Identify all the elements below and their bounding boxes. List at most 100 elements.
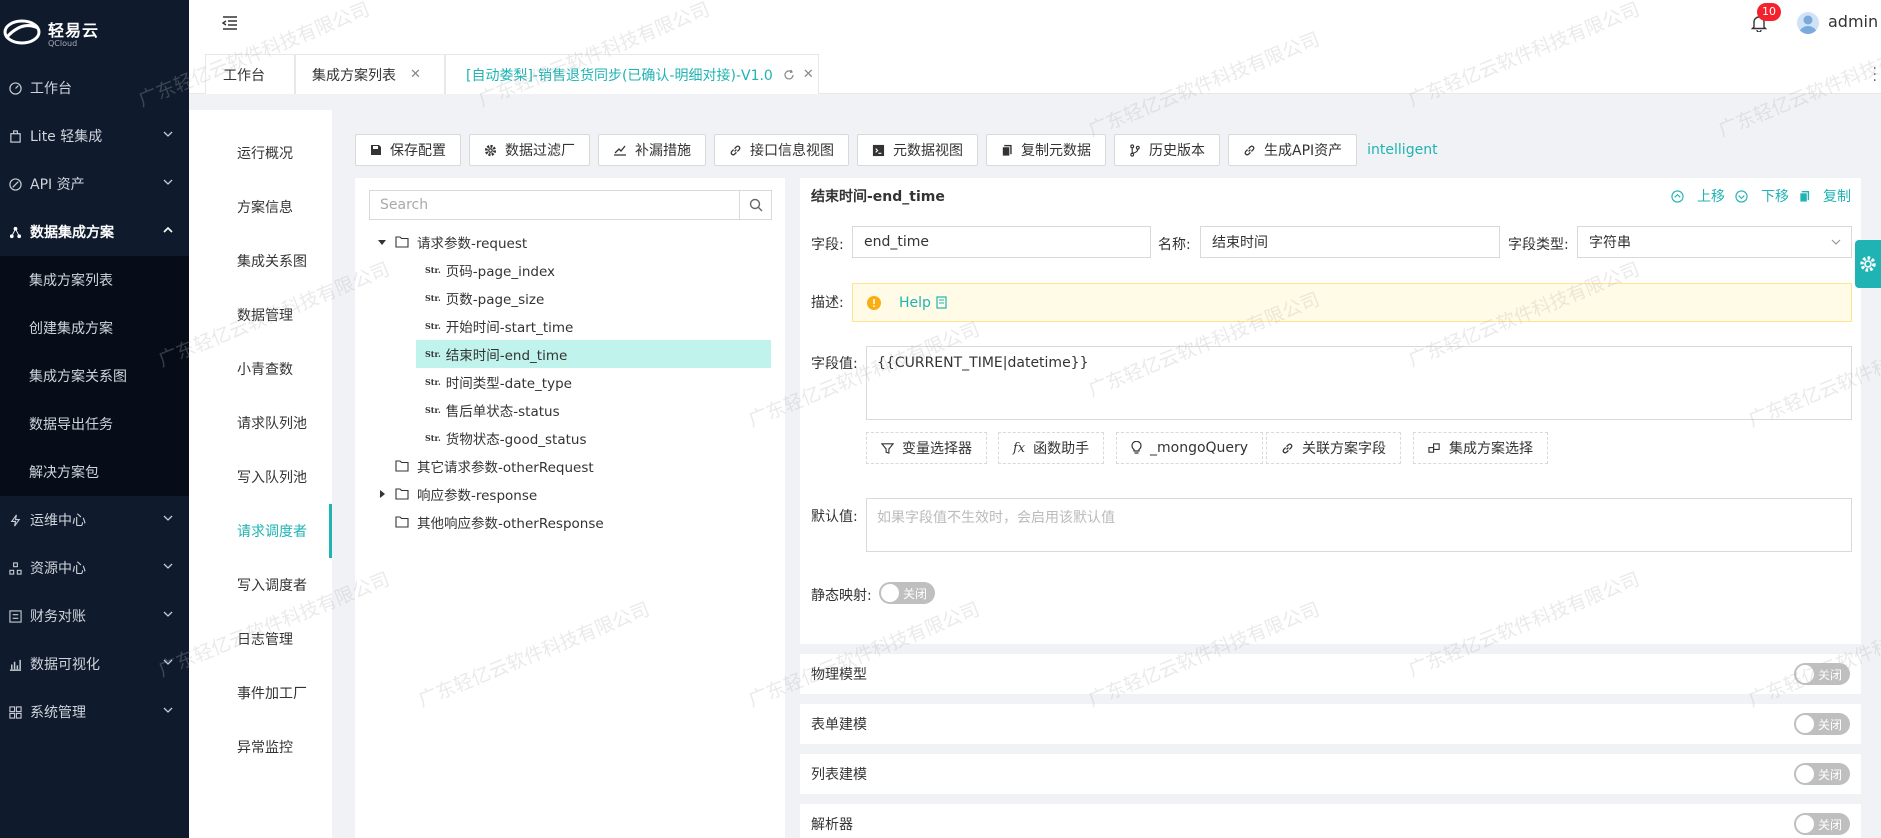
menu-visualization[interactable]: 数据可视化 bbox=[0, 640, 189, 688]
nav-item[interactable]: 写入调度者 bbox=[189, 558, 332, 612]
menu-label: 资源中心 bbox=[30, 561, 86, 577]
copy-icon bbox=[1001, 144, 1013, 157]
tree-leaf[interactable]: Str. 售后单状态-status bbox=[425, 396, 560, 424]
menu-api[interactable]: API 资产 bbox=[0, 160, 189, 208]
close-icon[interactable]: ✕ bbox=[803, 67, 814, 82]
history-version-button[interactable]: 历史版本 bbox=[1114, 134, 1220, 166]
parser-switch[interactable]: 关闭 bbox=[1794, 813, 1850, 835]
nav-item[interactable]: 写入队列池 bbox=[189, 450, 332, 504]
search-icon[interactable] bbox=[739, 191, 771, 219]
tree-node-response[interactable]: 响应参数-response bbox=[375, 480, 537, 508]
menu-dashboard[interactable]: 工作台 bbox=[0, 64, 189, 112]
close-icon[interactable]: ✕ bbox=[410, 67, 421, 82]
search-input[interactable] bbox=[370, 191, 739, 219]
related-field-button[interactable]: 关联方案字段 bbox=[1266, 432, 1401, 464]
copy-metadata-button[interactable]: 复制元数据 bbox=[986, 134, 1106, 166]
document-icon[interactable] bbox=[936, 296, 947, 309]
refresh-icon[interactable] bbox=[783, 69, 795, 81]
field-type-select[interactable]: 字符串 bbox=[1577, 226, 1852, 258]
brand-name: 轻易云 bbox=[48, 20, 100, 40]
caret-right-icon[interactable] bbox=[375, 490, 389, 498]
top-header: 10 admin bbox=[189, 0, 1881, 48]
nav-item[interactable]: 方案信息 bbox=[189, 180, 332, 234]
variable-selector-button[interactable]: 变量选择器 bbox=[866, 432, 987, 464]
api-info-view-button[interactable]: 接口信息视图 bbox=[714, 134, 849, 166]
username[interactable]: admin bbox=[1828, 12, 1878, 31]
menu-label: 数据集成方案 bbox=[30, 225, 114, 241]
tree-node-request[interactable]: 请求参数-request bbox=[375, 228, 527, 256]
form-model-panel[interactable]: 表单建模 关闭 bbox=[800, 704, 1861, 744]
chevron-down-icon bbox=[1831, 239, 1841, 245]
caret-down-icon[interactable] bbox=[375, 238, 389, 246]
data-filter-button[interactable]: 数据过滤厂 bbox=[469, 134, 590, 166]
chevron-down-icon bbox=[163, 131, 173, 137]
form-model-switch[interactable]: 关闭 bbox=[1794, 713, 1850, 735]
function-helper-button[interactable]: fx 函数助手 bbox=[998, 432, 1105, 464]
nav-item[interactable]: 事件加工厂 bbox=[189, 666, 332, 720]
toolbar: 保存配置 数据过滤厂 补漏措施 接口信息视图 元数据视图 复制元数据 历史版本 … bbox=[355, 134, 1438, 166]
tab-solution-detail[interactable]: [自动娄梨]-销售退货同步(已确认-明细对接)-V1.0 ✕ bbox=[445, 54, 819, 94]
physical-model-panel[interactable]: 物理模型 关闭 bbox=[800, 654, 1861, 694]
menu-fold-icon[interactable] bbox=[221, 14, 239, 32]
nav-item-active[interactable]: 请求调度者 bbox=[189, 504, 332, 558]
tab-solution-list[interactable]: 集成方案列表 ✕ bbox=[295, 54, 445, 94]
submenu-item[interactable]: 解决方案包 bbox=[0, 448, 189, 496]
tab-dashboard[interactable]: 工作台 bbox=[205, 54, 295, 94]
static-mapping-switch[interactable]: 关闭 bbox=[879, 582, 935, 604]
solution-select-button[interactable]: 集成方案选择 bbox=[1413, 432, 1548, 464]
copy-button[interactable]: 复制 bbox=[1799, 186, 1851, 206]
menu-lite[interactable]: Lite 轻集成 bbox=[0, 112, 189, 160]
folder-icon bbox=[395, 460, 409, 472]
nav-item[interactable]: 日志管理 bbox=[189, 612, 332, 666]
settings-float-button[interactable] bbox=[1855, 240, 1881, 288]
generate-api-button[interactable]: 生成API资产 bbox=[1228, 134, 1358, 166]
move-down-button[interactable]: 下移 bbox=[1735, 186, 1789, 206]
tree-leaf-selected[interactable]: Str. 结束时间-end_time bbox=[416, 340, 771, 368]
field-input[interactable]: end_time bbox=[852, 226, 1151, 258]
tree-leaf[interactable]: Str. 开始时间-start_time bbox=[425, 312, 573, 340]
list-model-panel[interactable]: 列表建模 关闭 bbox=[800, 754, 1861, 794]
submenu-item[interactable]: 集成方案关系图 bbox=[0, 352, 189, 400]
field-value-textarea[interactable]: {{CURRENT_TIME|datetime}} bbox=[866, 346, 1852, 420]
nav-item[interactable]: 数据管理 bbox=[189, 288, 332, 342]
field-tree-panel: 请求参数-request Str. 页码-page_index Str. 页数-pa… bbox=[355, 178, 785, 838]
patch-button[interactable]: 补漏措施 bbox=[598, 134, 706, 166]
default-value-textarea[interactable]: 如果字段值不生效时，会启用该默认值 bbox=[866, 498, 1852, 552]
submenu-item[interactable]: 集成方案列表 bbox=[0, 256, 189, 304]
submenu-item[interactable]: 创建集成方案 bbox=[0, 304, 189, 352]
nav-item[interactable]: 小青查数 bbox=[189, 342, 332, 396]
tree-leaf[interactable]: Str. 货物状态-good_status bbox=[425, 424, 587, 452]
tree-node-other-response[interactable]: 其他响应参数-otherResponse bbox=[395, 508, 604, 536]
name-input[interactable]: 结束时间 bbox=[1200, 226, 1500, 258]
tree-leaf[interactable]: Str. 时间类型-date_type bbox=[425, 368, 572, 396]
submenu-item[interactable]: 数据导出任务 bbox=[0, 400, 189, 448]
help-link[interactable]: Help bbox=[899, 295, 931, 311]
parser-panel[interactable]: 解析器 关闭 bbox=[800, 804, 1861, 838]
menu-finance[interactable]: 财务对账 bbox=[0, 592, 189, 640]
menu-resource[interactable]: 资源中心 bbox=[0, 544, 189, 592]
action-label: 下移 bbox=[1761, 189, 1789, 205]
avatar[interactable] bbox=[1797, 12, 1819, 34]
mongo-query-button[interactable]: _mongoQuery bbox=[1116, 432, 1264, 464]
lite-icon bbox=[8, 129, 22, 143]
physical-model-switch[interactable]: 关闭 bbox=[1794, 663, 1850, 685]
panel-title: 物理模型 bbox=[811, 667, 867, 683]
list-model-switch[interactable]: 关闭 bbox=[1794, 763, 1850, 785]
move-up-button[interactable]: 上移 bbox=[1671, 186, 1725, 206]
menu-system[interactable]: 系统管理 bbox=[0, 688, 189, 736]
more-icon[interactable]: · · · bbox=[1873, 62, 1877, 88]
menu-ops[interactable]: 运维中心 bbox=[0, 496, 189, 544]
save-config-button[interactable]: 保存配置 bbox=[355, 134, 461, 166]
nav-item[interactable]: 请求队列池 bbox=[189, 396, 332, 450]
metadata-view-button[interactable]: 元数据视图 bbox=[857, 134, 978, 166]
tree-node-other-request[interactable]: 其它请求参数-otherRequest bbox=[395, 452, 594, 480]
nav-item[interactable]: 集成关系图 bbox=[189, 234, 332, 288]
nav-item[interactable]: 运行概况 bbox=[189, 126, 332, 180]
tree-leaf[interactable]: Str. 页码-page_index bbox=[425, 256, 555, 284]
tree-leaf[interactable]: Str. 页数-page_size bbox=[425, 284, 544, 312]
intelligent-link[interactable]: intelligent bbox=[1367, 142, 1437, 158]
string-type-icon: Str. bbox=[425, 349, 441, 359]
menu-integration[interactable]: 数据集成方案 bbox=[0, 208, 189, 256]
string-type-icon: Str. bbox=[425, 433, 441, 443]
nav-item[interactable]: 异常监控 bbox=[189, 720, 332, 774]
